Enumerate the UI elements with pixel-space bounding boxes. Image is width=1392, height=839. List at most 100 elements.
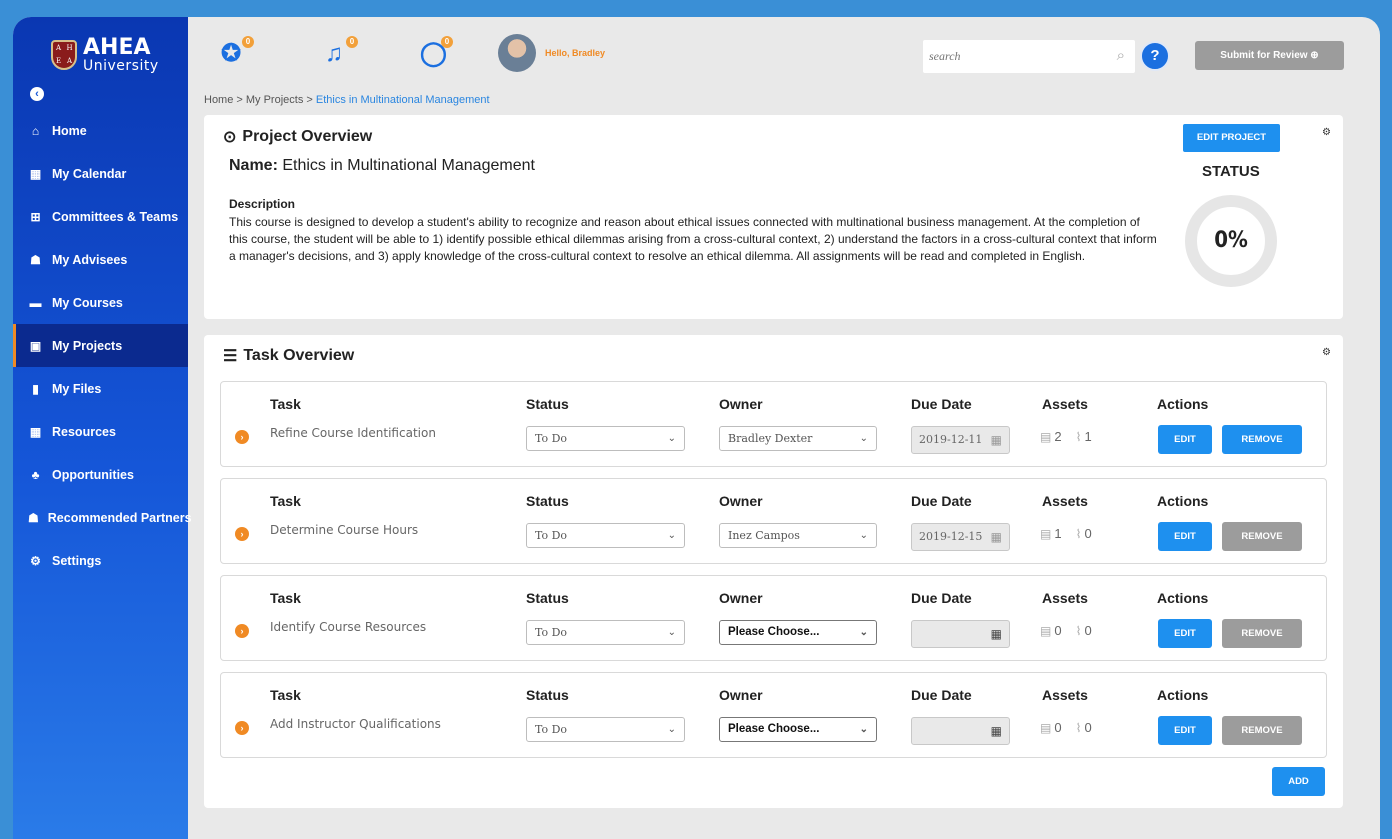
assets-counts: ▤ 2 ⌇ 1	[1040, 429, 1092, 444]
owner-select-value: Please Choose...	[728, 723, 820, 735]
due-date-field[interactable]: ▦	[911, 717, 1010, 745]
help-icon[interactable]: ?	[1140, 41, 1170, 71]
description-heading: Description	[229, 197, 296, 211]
status-select-value: To Do	[535, 626, 568, 639]
status-select[interactable]: To Do ⌄	[526, 620, 685, 645]
app-window: A H E A AHEA University ‹ ⌂ Home ▦ My Calen…	[13, 17, 1380, 839]
owner-select[interactable]: Please Choose... ⌄	[719, 717, 877, 742]
calendar-icon[interactable]: ▦	[991, 718, 1002, 744]
sidebar-item-opportunities[interactable]: ♣ Opportunities	[13, 453, 188, 496]
add-task-button[interactable]: ADD	[1272, 767, 1325, 796]
actions-header: Actions	[1157, 493, 1209, 509]
award-icon[interactable]: ✪ 0	[221, 36, 254, 69]
edit-task-button[interactable]: EDIT	[1158, 522, 1212, 551]
university-logo[interactable]: A H E A AHEA University	[51, 37, 159, 73]
collapse-sidebar-icon[interactable]: ‹	[30, 87, 44, 101]
settings-icon: ⚙	[30, 553, 41, 568]
sidebar-item-settings[interactable]: ⚙ Settings	[13, 539, 188, 582]
avatar[interactable]	[498, 34, 536, 72]
bell-icon[interactable]: ♫ 0	[325, 36, 358, 69]
sidebar-item-label: My Projects	[52, 338, 123, 353]
owner-select[interactable]: Bradley Dexter ⌄	[719, 426, 877, 451]
comments-count[interactable]: ▤ 0	[1040, 623, 1062, 638]
owner-select-value: Inez Campos	[728, 529, 800, 542]
attachments-count[interactable]: ⌇ 0	[1076, 720, 1092, 735]
comments-count[interactable]: ▤ 2	[1040, 429, 1062, 444]
search-icon[interactable]: ⌕	[1117, 47, 1125, 64]
expand-arrow-icon[interactable]: ›	[235, 430, 249, 444]
due-date-field[interactable]: 2019-12-11 ▦	[911, 426, 1010, 454]
attachments-count-value: 1	[1084, 429, 1092, 444]
sidebar-item-committees-teams[interactable]: ⊞ Committees & Teams	[13, 195, 188, 238]
sidebar-item-resources[interactable]: ▦ Resources	[13, 410, 188, 453]
sidebar-item-recommended-partners[interactable]: ☗ Recommended Partners	[13, 496, 192, 539]
task-overview-title: ☰ Task Overview	[223, 346, 354, 366]
remove-task-button[interactable]: REMOVE	[1222, 425, 1302, 454]
chevron-down-icon: ⌄	[859, 433, 868, 444]
resources-icon: ▦	[29, 424, 42, 439]
sidebar-item-my-courses[interactable]: ▬ My Courses	[13, 281, 188, 324]
comments-count[interactable]: ▤ 1	[1040, 526, 1062, 541]
calendar-icon[interactable]: ▦	[991, 621, 1002, 647]
remove-task-button[interactable]: REMOVE	[1222, 619, 1302, 648]
due-date-field[interactable]: 2019-12-15 ▦	[911, 523, 1010, 551]
search-input[interactable]	[923, 40, 1098, 73]
sidebar-item-my-calendar[interactable]: ▦ My Calendar	[13, 152, 188, 195]
assets-header: Assets	[1042, 396, 1088, 412]
edit-task-button[interactable]: EDIT	[1158, 716, 1212, 745]
paperclip-icon: ⌇	[1075, 721, 1082, 735]
chat-icon[interactable]: ◯ 0	[420, 36, 453, 69]
remove-task-button[interactable]: REMOVE	[1222, 716, 1302, 745]
sidebar: A H E A AHEA University ‹ ⌂ Home ▦ My Calen…	[13, 17, 192, 839]
edit-project-button[interactable]: EDIT PROJECT	[1183, 124, 1280, 152]
sidebar-item-label: My Calendar	[52, 166, 127, 181]
owner-select-value: Please Choose...	[728, 626, 820, 638]
status-select[interactable]: To Do ⌄	[526, 523, 685, 548]
remove-task-button[interactable]: REMOVE	[1222, 522, 1302, 551]
comments-count[interactable]: ▤ 0	[1040, 720, 1062, 735]
status-select[interactable]: To Do ⌄	[526, 717, 685, 742]
owner-select[interactable]: Please Choose... ⌄	[719, 620, 877, 645]
calendar-icon: ▦	[29, 166, 42, 181]
comment-icon: ▤	[1040, 624, 1052, 638]
home-icon: ⌂	[31, 123, 40, 138]
expand-arrow-icon[interactable]: ›	[235, 721, 249, 735]
chevron-down-icon: ⌄	[667, 433, 676, 444]
section-title: Task Overview	[243, 347, 355, 364]
expand-arrow-icon[interactable]: ›	[235, 527, 249, 541]
shield-letter: A	[66, 57, 73, 65]
sidebar-item-my-advisees[interactable]: ☗ My Advisees	[13, 238, 188, 281]
sidebar-item-label: My Courses	[52, 295, 123, 310]
status-header: Status	[526, 590, 569, 606]
expand-arrow-icon[interactable]: ›	[235, 624, 249, 638]
calendar-icon[interactable]: ▦	[991, 524, 1002, 550]
advisees-icon: ☗	[30, 252, 41, 267]
assets-header: Assets	[1042, 493, 1088, 509]
sidebar-item-home[interactable]: ⌂ Home	[13, 109, 188, 152]
owner-select[interactable]: Inez Campos ⌄	[719, 523, 877, 548]
attachments-count[interactable]: ⌇ 1	[1076, 429, 1092, 444]
sidebar-item-label: Opportunities	[52, 467, 134, 482]
attachments-count[interactable]: ⌇ 0	[1076, 623, 1092, 638]
status-select[interactable]: To Do ⌄	[526, 426, 685, 451]
calendar-icon[interactable]: ▦	[991, 427, 1002, 453]
top-bar: ✪0 ♫0 ◯0 Hello, Bradley ⌕ ? Submit for R…	[188, 17, 1380, 92]
assets-counts: ▤ 0 ⌇ 0	[1040, 623, 1092, 638]
task-row: Task Status Owner Due Date Assets Actions › Ref…	[220, 381, 1327, 467]
chevron-down-icon: ⌄	[859, 627, 868, 638]
panel-settings-icon[interactable]: ⚙	[1322, 347, 1331, 358]
sidebar-item-label: Committees & Teams	[52, 209, 179, 224]
breadcrumb-trail[interactable]: Home > My Projects >	[204, 94, 316, 106]
sidebar-item-my-projects[interactable]: ▣ My Projects	[13, 324, 188, 367]
edit-task-button[interactable]: EDIT	[1158, 619, 1212, 648]
submit-for-review-button[interactable]: Submit for Review ⊕	[1195, 41, 1344, 70]
panel-settings-icon[interactable]: ⚙	[1322, 127, 1331, 138]
sidebar-item-my-files[interactable]: ▮ My Files	[13, 367, 188, 410]
due-date-value: 2019-12-15	[919, 530, 983, 543]
due-date-field[interactable]: ▦	[911, 620, 1010, 648]
bell-badge: 0	[346, 36, 358, 48]
status-select-value: To Do	[535, 723, 568, 736]
edit-task-button[interactable]: EDIT	[1158, 425, 1212, 454]
project-name-value: Ethics in Multinational Management	[282, 157, 535, 174]
attachments-count[interactable]: ⌇ 0	[1076, 526, 1092, 541]
